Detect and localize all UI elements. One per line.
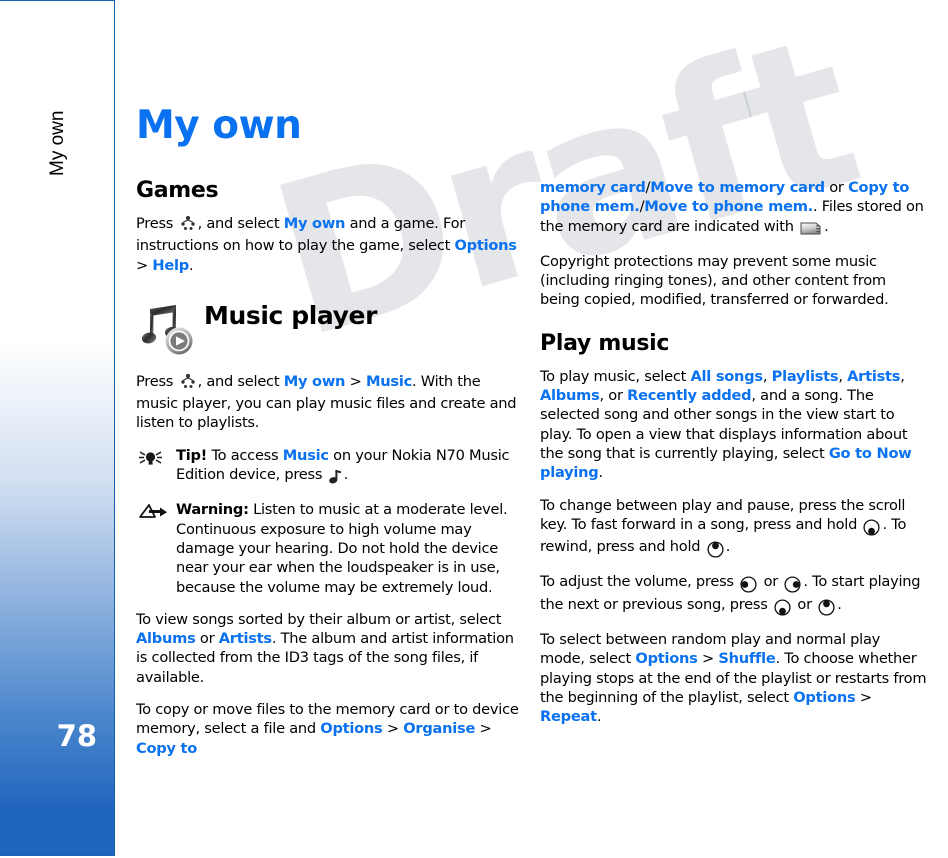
warning-label: Warning:	[176, 501, 249, 519]
copyright-paragraph: Copyright protections may prevent some m…	[540, 252, 889, 309]
page-title: My own	[136, 103, 302, 148]
pause-text-3: .	[725, 538, 731, 556]
right-column: memory card/Move to memory card or Copy …	[540, 178, 928, 740]
scroll-key-down-icon	[863, 518, 881, 537]
ui-term-albums: Albums	[540, 387, 600, 405]
left-column: Games Press , and select My own and a ga…	[136, 178, 524, 771]
ui-term-help: Help	[152, 256, 189, 274]
heading-games: Games	[136, 178, 219, 203]
ui-term-all-songs: All songs	[690, 367, 763, 385]
ui-term-albums: Albums	[136, 630, 196, 648]
ui-term-options: Options	[320, 720, 383, 738]
ui-term-music: Music	[365, 372, 412, 390]
ui-term-options: Options	[793, 688, 856, 706]
separator-gt: >	[697, 650, 719, 668]
pause-text-1: To change between play and pause, press …	[540, 496, 906, 533]
copycont-text-1: or	[824, 179, 849, 196]
scroll-key-right-icon	[784, 575, 801, 594]
shuffle-paragraph: To select between random play and normal…	[540, 630, 928, 726]
play-music-paragraph: To play music, select All songs, Playlis…	[540, 367, 928, 483]
copy-continuation-paragraph: memory card/Move to memory card or Copy …	[540, 178, 928, 239]
sort-text-1: To view songs sorted by their album or a…	[136, 610, 502, 628]
scroll-key-up-icon	[818, 598, 835, 617]
menu-key-icon	[180, 373, 196, 394]
volume-text-1: To adjust the volume, press	[540, 573, 734, 591]
music-player-heading-block: Music player	[136, 297, 524, 361]
music-note-key-icon	[328, 468, 342, 487]
chapter-sidebar-label: My own	[47, 110, 68, 176]
ui-term-my-own: My own	[283, 372, 346, 390]
copycont-text-3: .	[824, 217, 829, 235]
scroll-key-down-icon	[774, 598, 791, 617]
ui-term-artists: Artists	[847, 367, 901, 385]
tip-text-3: .	[343, 466, 349, 484]
heading-music-player: Music player	[204, 300, 377, 330]
music-player-paragraph: Press , and select My own > Music. With …	[136, 372, 524, 433]
volume-text-2: or	[759, 573, 783, 591]
warning-paragraph: Warning: Listen to music at a moderate l…	[176, 500, 524, 596]
ui-term-recently-added: Recently added	[627, 387, 752, 405]
comma-3: ,	[900, 367, 905, 385]
page-content: My own Games Press , and select My own a…	[136, 0, 948, 858]
separator-gt: >	[345, 372, 366, 390]
tip-paragraph: Tip! To access Music on your Nokia N70 M…	[176, 446, 524, 488]
volume-text-4: or	[793, 595, 817, 613]
chapter-sidebar: My own 78	[0, 0, 115, 856]
comma-1: ,	[762, 367, 772, 385]
music-text-1: Press	[136, 372, 174, 390]
warning-block: Warning: Listen to music at a moderate l…	[136, 500, 524, 596]
ui-term-organise: Organise	[403, 720, 476, 738]
menu-key-icon	[180, 215, 196, 236]
ui-term-my-own: My own	[283, 215, 346, 232]
warning-triangle-icon	[138, 502, 168, 522]
ui-term-repeat: Repeat	[540, 708, 597, 726]
ui-term-move-to-memory-card: Move to memory card	[650, 179, 825, 196]
ui-term-shuffle: Shuffle	[718, 650, 776, 668]
separator-gt: >	[855, 688, 872, 706]
games-text-2: , and select	[197, 215, 284, 232]
scroll-key-up-icon	[707, 540, 724, 559]
shuffle-text-3: .	[596, 708, 602, 726]
sort-text-2: or	[195, 630, 219, 648]
volume-text-5: .	[837, 595, 842, 613]
ui-term-options: Options	[635, 650, 698, 668]
volume-paragraph: To adjust the volume, press or . To star…	[540, 572, 928, 617]
sort-paragraph: To view songs sorted by their album or a…	[136, 610, 524, 687]
tip-label: Tip!	[176, 446, 208, 464]
memory-card-icon	[800, 220, 822, 239]
tip-block: Tip! To access Music on your Nokia N70 M…	[136, 446, 524, 488]
ui-term-copy-to: Copy to	[136, 739, 198, 757]
games-paragraph: Press , and select My own and a game. Fo…	[136, 214, 524, 275]
games-text-4: .	[188, 256, 194, 274]
play-text-4: .	[598, 464, 603, 482]
separator-gt: >	[136, 256, 153, 274]
music-text-2: , and select	[197, 372, 284, 390]
play-text-1: To play music, select	[540, 367, 691, 385]
separator-gt: >	[475, 720, 492, 738]
ui-term-move-to-phone-mem: Move to phone mem.	[644, 198, 813, 216]
play-text-2: , or	[599, 387, 628, 405]
page-number: 78	[56, 719, 97, 753]
ui-term-music: Music	[282, 446, 329, 464]
ui-term-options: Options	[454, 237, 517, 255]
games-text-1: Press	[136, 215, 174, 232]
ui-term-artists: Artists	[218, 630, 272, 648]
scroll-key-left-icon	[740, 575, 757, 594]
comma-2: ,	[838, 367, 848, 385]
tip-bulb-icon	[138, 448, 168, 468]
copy-paragraph: To copy or move files to the memory card…	[136, 700, 524, 758]
separator-gt: >	[382, 720, 404, 738]
pause-paragraph: To change between play and pause, press …	[540, 496, 928, 560]
tip-text-1: To access	[207, 446, 283, 464]
ui-term-playlists: Playlists	[771, 367, 839, 385]
music-player-icon	[141, 303, 198, 357]
ui-term-memory-card: memory card	[540, 179, 646, 196]
heading-play-music: Play music	[540, 330, 670, 356]
